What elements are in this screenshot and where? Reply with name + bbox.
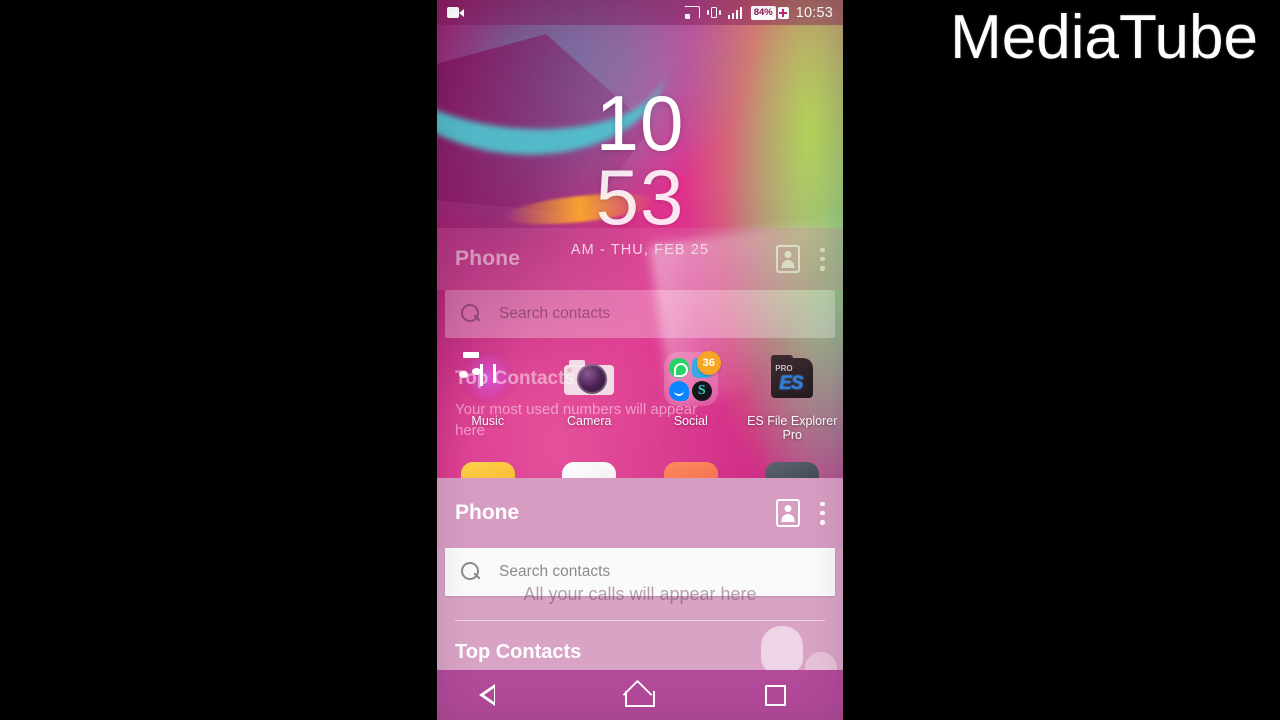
overflow-menu-icon[interactable] [820,501,825,525]
signal-bars-icon [727,6,744,19]
phone-screen: 84% 10:53 10 53 AM - THU, FEB 25 Music C… [437,0,843,720]
search-contacts-bar-ghost[interactable]: Search contacts [445,290,835,338]
search-icon [461,304,481,324]
mediatube-watermark: MediaTube [950,3,1258,72]
search-contacts-bar[interactable]: Search contacts [445,548,835,596]
clock-minutes: 53 [595,153,685,241]
battery-charging-icon [777,6,789,19]
page-title-ghost: Phone [455,247,521,270]
clock-hours: 10 [595,79,685,167]
section-divider [455,620,825,621]
recents-icon[interactable] [765,684,786,706]
screen-recording-frame: MediaTube 84% 10:53 10 53 AM - THU, FEB … [0,0,1280,720]
search-input-ghost[interactable]: Search contacts [499,305,610,323]
contacts-icon[interactable] [776,499,800,527]
cast-icon [683,6,700,19]
android-navigation-bar [437,670,843,720]
search-input[interactable]: Search contacts [499,563,610,581]
top-contacts-heading-ghost: Top Contacts [455,368,575,389]
contacts-icon[interactable] [776,245,800,273]
phone-app-bar-ghost: Phone [437,228,843,290]
status-bar: 84% 10:53 [437,0,843,25]
battery-indicator: 84% [750,5,789,20]
back-icon[interactable] [479,684,511,706]
vibrate-icon [706,6,721,19]
search-icon [461,562,481,582]
battery-percent-label: 84% [750,5,776,20]
top-contacts-subtitle-ghost: Your most used numbers will appear here [455,401,698,439]
overflow-menu-icon[interactable] [820,247,825,271]
home-icon[interactable] [625,684,655,707]
page-title: Phone [455,501,520,524]
video-recording-icon [447,7,464,18]
phone-app-transition-layer: Phone Search contacts Top Contacts Your … [437,228,843,478]
status-bar-clock: 10:53 [795,4,833,21]
phone-app-bar: Phone [437,478,843,548]
